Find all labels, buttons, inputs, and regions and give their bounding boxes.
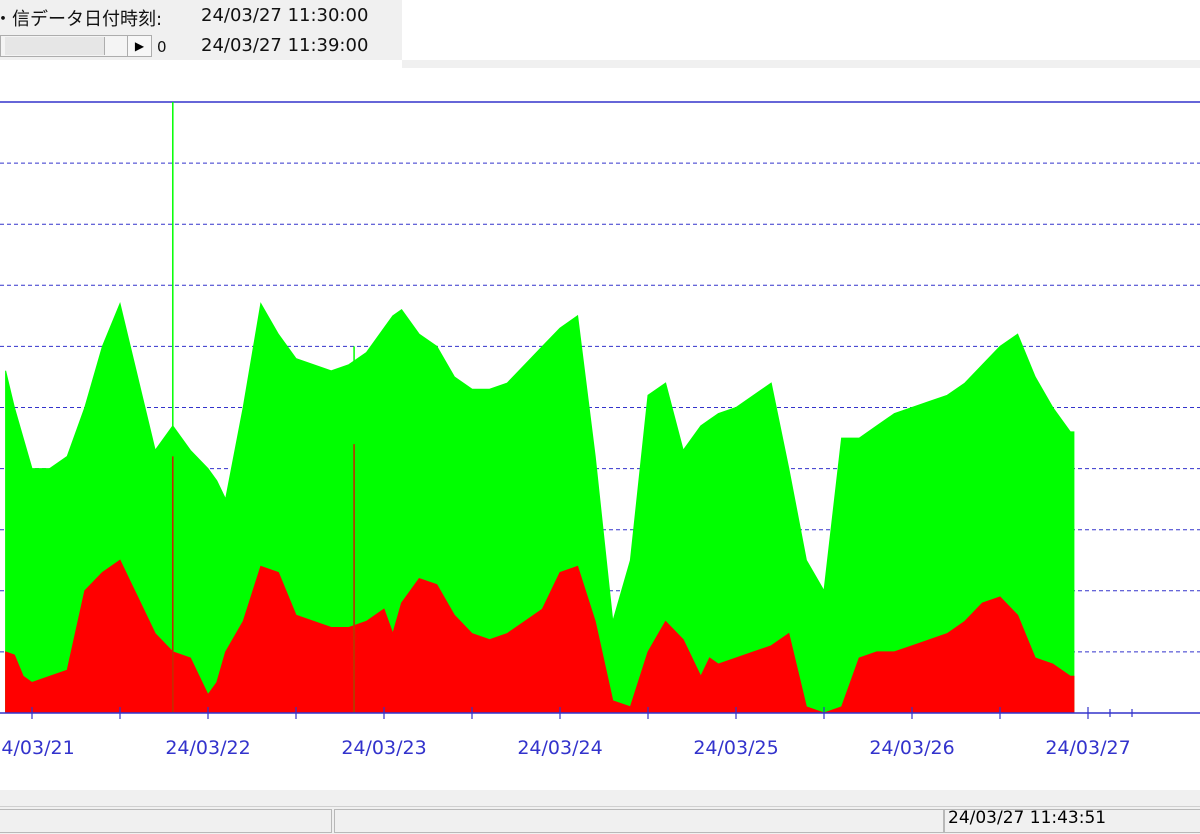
x-tick-labels: 24/03/21 24/03/22 24/03/23 24/03/24 24/03/25… — [0, 737, 1131, 759]
x-tick-label: 24/03/25 — [693, 737, 778, 759]
receive-time-label: ・信データ日付時刻: — [0, 9, 163, 30]
x-tick-label: 24/03/27 — [1045, 737, 1130, 759]
receive-time-value: 24/03/27 11:30:00 — [201, 5, 369, 26]
time-scrollbar[interactable]: ▶ — [0, 35, 152, 57]
scroll-position-value: 0 — [157, 38, 167, 56]
scroll-right-button[interactable]: ▶ — [127, 36, 151, 56]
traffic-chart: 24/03/21 24/03/22 24/03/23 24/03/24 24/03/25… — [0, 101, 1200, 759]
status-clock: 24/03/27 11:43:51 — [948, 808, 1107, 828]
x-tick-label: 24/03/21 — [0, 737, 75, 759]
x-tick-label: 24/03/22 — [165, 737, 250, 759]
status-pane-1 — [0, 809, 332, 833]
scroll-thumb[interactable] — [5, 37, 105, 55]
arrow-right-icon: ▶ — [134, 39, 145, 53]
x-tick-label: 24/03/23 — [341, 737, 426, 759]
x-tick-label: 24/03/24 — [517, 737, 602, 759]
current-time-value: 24/03/27 11:39:00 — [201, 35, 369, 56]
x-tick-label: 24/03/26 — [869, 737, 954, 759]
info-panel: ・信データ日付時刻: 24/03/27 11:30:00 ▶ 0 24/03/2… — [0, 0, 402, 60]
toolbar-strip — [402, 60, 1200, 68]
series-layer — [5, 102, 1075, 714]
status-pane-2 — [334, 809, 944, 833]
